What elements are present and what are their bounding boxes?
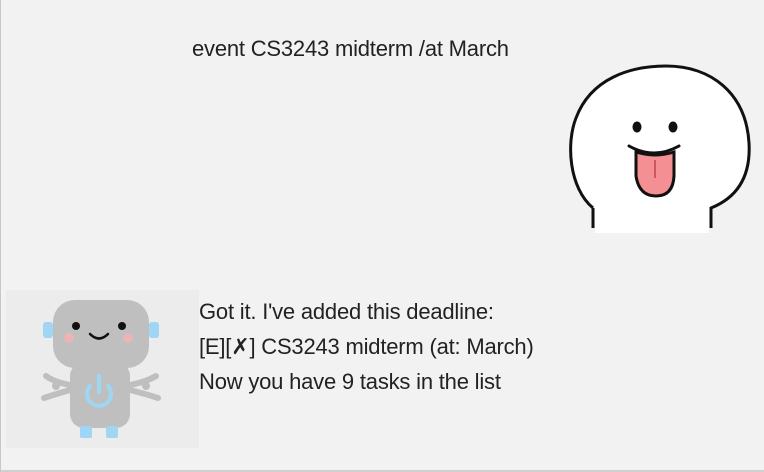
bot-message-line: [E][✗] CS3243 midterm (at: March) [199, 334, 534, 359]
user-message-text: event CS3243 midterm /at March [192, 36, 509, 61]
chat-window: event CS3243 midterm /at March Got it. I… [0, 0, 764, 472]
user-dialog: event CS3243 midterm /at March [1, 20, 764, 233]
bot-message-text: Got it. I've added this deadline: [E][✗]… [199, 294, 534, 399]
bot-message-line: Got it. I've added this deadline: [199, 299, 494, 324]
tongue-out-face-icon [569, 64, 751, 233]
bot-message-line: Now you have 9 tasks in the list [199, 369, 501, 394]
bot-dialog: Got it. I've added this deadline: [E][✗]… [1, 290, 764, 450]
robot-icon [41, 300, 161, 438]
